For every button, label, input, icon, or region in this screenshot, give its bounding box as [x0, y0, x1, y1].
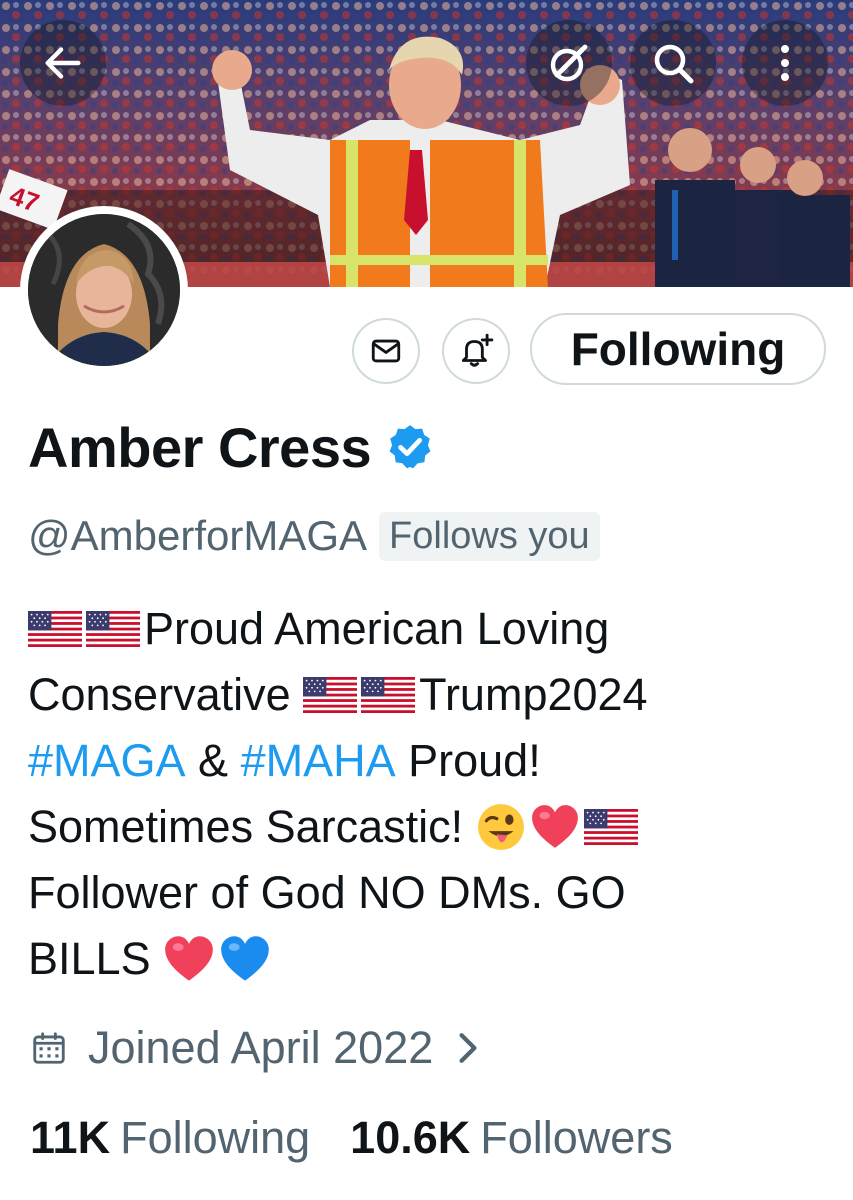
followers-label: Followers [480, 1112, 673, 1163]
hashtag-link[interactable]: #MAGA [28, 728, 186, 794]
us-flag-icon [303, 677, 357, 713]
following-label: Following [120, 1112, 311, 1163]
message-button[interactable] [352, 318, 420, 384]
red-heart-icon [163, 935, 215, 983]
search-icon [654, 44, 694, 84]
followers-count: 10.6K [350, 1112, 471, 1163]
following-button-label: Following [570, 323, 786, 375]
us-flag-icon [28, 611, 82, 647]
bio-line-5: Follower of God NO DMs. GO [28, 860, 828, 926]
bio-text: Conservative [28, 669, 304, 720]
display-name: Amber Cress [28, 415, 372, 479]
us-flag-icon [86, 611, 140, 647]
hashtag-link[interactable]: #MAHA [241, 728, 396, 794]
us-flag-icon [361, 677, 415, 713]
grok-icon [550, 44, 588, 82]
bio-line-4: Sometimes Sarcastic! [28, 794, 828, 860]
calendar-icon [33, 1032, 65, 1064]
bio-text: Sometimes Sarcastic! [28, 801, 476, 852]
joined-date-text: Joined April 2022 [88, 1022, 434, 1073]
bio-text: Proud! [395, 735, 541, 786]
following-button[interactable]: Following [530, 313, 826, 385]
following-stat[interactable]: 11K Following [30, 1112, 310, 1164]
follows-you-badge: Follows you [379, 511, 600, 561]
name-row: Amber Cress [28, 412, 435, 482]
joined-date-row[interactable]: Joined April 2022 [30, 1018, 481, 1078]
handle-row: @AmberforMAGA Follows you [28, 508, 600, 564]
bio-text: & [185, 735, 241, 786]
user-handle: @AmberforMAGA [28, 512, 368, 559]
notifications-button[interactable] [442, 318, 510, 384]
envelope-icon [371, 339, 401, 363]
bio-line-3: #MAGA & #MAHA Proud! [28, 728, 828, 794]
bio-line-1: Proud American Loving [28, 596, 828, 662]
bio-line-6: BILLS [28, 926, 828, 992]
more-vertical-icon [781, 45, 789, 81]
profile-avatar[interactable] [20, 206, 188, 374]
search-button[interactable] [630, 20, 716, 106]
winking-tongue-face-icon [476, 802, 526, 852]
us-flag-icon [584, 809, 638, 845]
bio-text: Trump2024 [419, 669, 648, 720]
back-button[interactable] [20, 20, 106, 106]
profile-bio: Proud American Loving Conservative Trump… [28, 596, 828, 992]
bio-text: Follower of God NO DMs. GO [28, 867, 626, 918]
verified-badge-icon [389, 425, 431, 469]
more-button[interactable] [742, 20, 828, 106]
avatar-photo [28, 214, 180, 366]
following-count: 11K [30, 1112, 111, 1163]
red-heart-icon [530, 804, 580, 850]
grok-button[interactable] [526, 20, 612, 106]
bio-text: Proud American Loving [144, 603, 610, 654]
bio-text: BILLS [28, 933, 164, 984]
followers-stat[interactable]: 10.6K Followers [350, 1112, 673, 1164]
blue-heart-icon [219, 935, 271, 983]
chevron-right-icon [459, 1033, 477, 1063]
follow-stats: 11K Following 10.6K Followers [30, 1108, 673, 1168]
arrow-left-icon [45, 47, 81, 79]
bio-line-2: Conservative Trump2024 [28, 662, 828, 728]
bell-plus-icon [461, 333, 494, 367]
